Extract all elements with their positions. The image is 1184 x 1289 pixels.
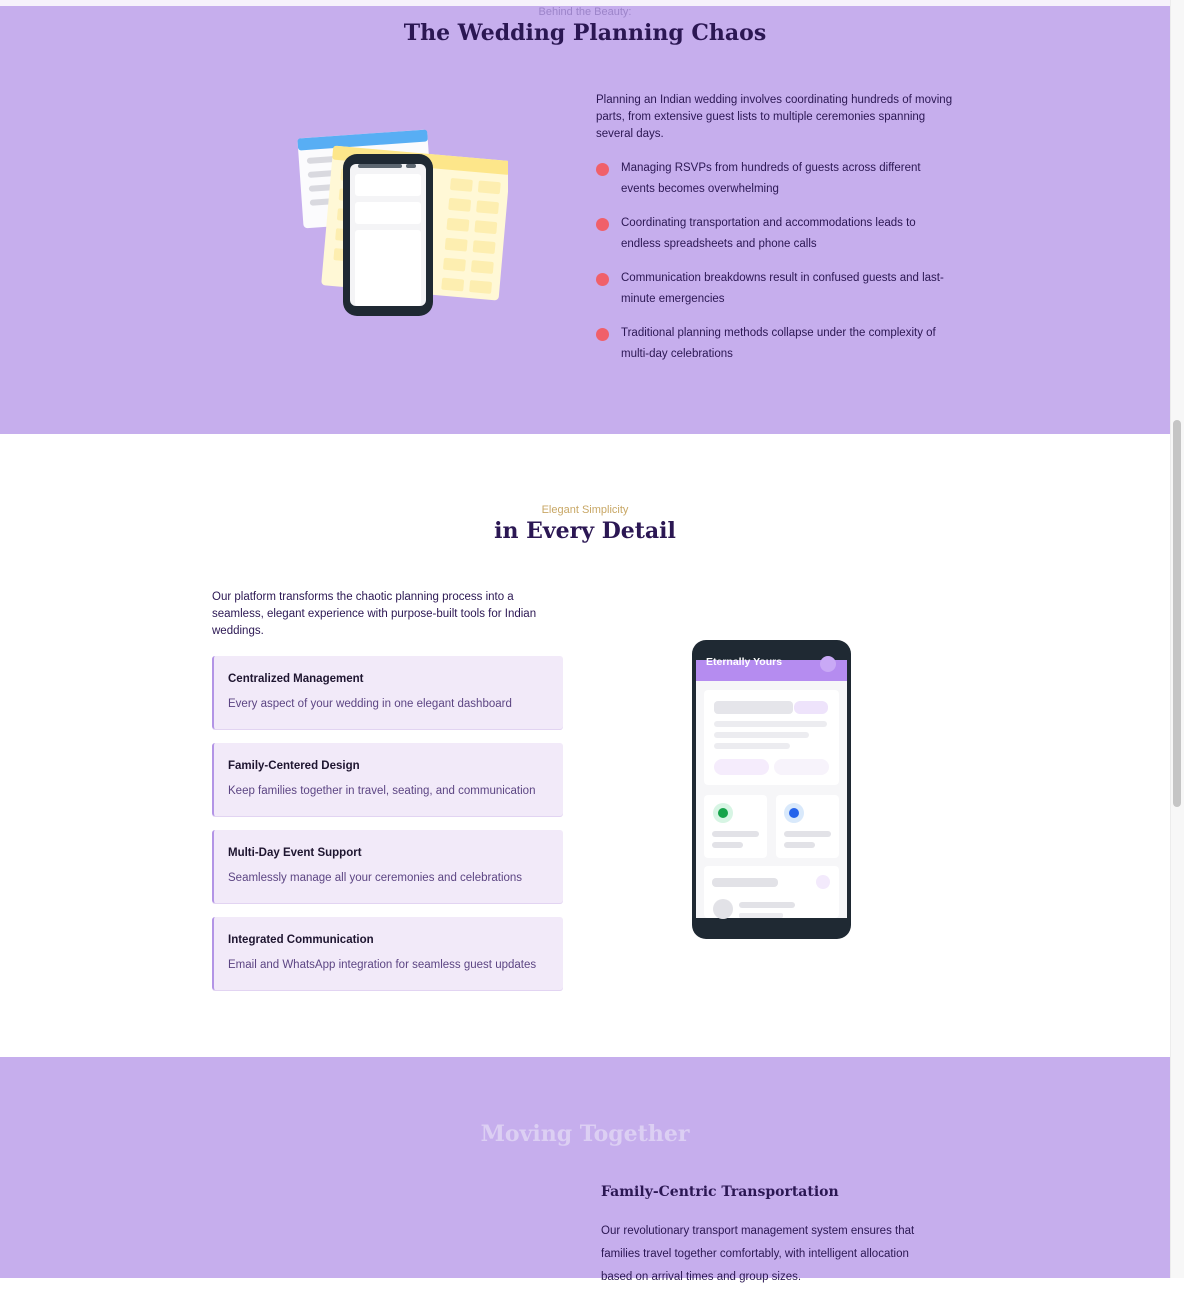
feature-description: Keep families together in travel, seatin… <box>228 785 536 797</box>
phone-icon <box>343 154 433 316</box>
chaos-bullet: Coordinating transportation and accommod… <box>596 213 956 255</box>
chaos-eyebrow: Behind the Beauty: <box>538 6 632 18</box>
scrollbar-thumb[interactable] <box>1173 420 1181 807</box>
chaos-section: Behind the Beauty: The Wedding Planning … <box>0 6 1170 434</box>
bullet-dot-icon <box>596 218 609 231</box>
phone-frame-icon <box>692 640 851 939</box>
phone-brand-label: Eternally Yours <box>706 656 783 668</box>
feature-title: Integrated Communication <box>228 934 374 946</box>
chaos-bullet: Communication breakdowns result in confu… <box>596 268 956 310</box>
chaos-text-block: Planning an Indian wedding involves coor… <box>596 92 956 378</box>
detail-title: in Every Detail <box>494 518 676 544</box>
feature-card-family: Family-Centered Design Keep families tog… <box>212 743 563 816</box>
chaos-bullet-text: Traditional planning methods collapse un… <box>621 327 936 360</box>
planning-chaos-illustration <box>297 129 508 316</box>
detail-eyebrow: Elegant Simplicity <box>541 504 629 516</box>
transport-title: Family-Centric Transportation <box>601 1184 839 1200</box>
feature-card-centralized: Centralized Management Every aspect of y… <box>212 656 563 729</box>
feature-description: Seamlessly manage all your ceremonies an… <box>228 872 523 884</box>
feature-card-multi-day: Multi-Day Event Support Seamlessly manag… <box>212 830 563 903</box>
moving-section: Moving Together Family-Centric Transport… <box>0 1057 1170 1283</box>
feature-title: Family-Centered Design <box>228 760 360 772</box>
chaos-bullet-text: Communication breakdowns result in confu… <box>621 272 944 305</box>
detail-intro: Our platform transforms the chaotic plan… <box>212 591 537 637</box>
feature-description: Every aspect of your wedding in one eleg… <box>228 698 512 710</box>
chaos-title: The Wedding Planning Chaos <box>403 20 767 46</box>
chaos-bullet: Traditional planning methods collapse un… <box>596 323 956 365</box>
chaos-bullet: Managing RSVPs from hundreds of guests a… <box>596 158 956 200</box>
bullet-dot-icon <box>596 273 609 286</box>
chaos-bullet-text: Coordinating transportation and accommod… <box>621 217 916 250</box>
detail-section: Elegant Simplicity in Every Detail Our p… <box>0 434 1170 1057</box>
chaos-bullet-text: Managing RSVPs from hundreds of guests a… <box>621 162 921 195</box>
feature-description: Email and WhatsApp integration for seaml… <box>228 959 537 971</box>
bullet-dot-icon <box>596 163 609 176</box>
chaos-intro: Planning an Indian wedding involves coor… <box>596 94 953 140</box>
feature-card-communication: Integrated Communication Email and Whats… <box>212 917 563 990</box>
moving-title: Moving Together <box>480 1121 690 1147</box>
transport-description: Our revolutionary transport management s… <box>601 1225 915 1283</box>
bullet-dot-icon <box>596 328 609 341</box>
feature-title: Multi-Day Event Support <box>228 847 362 859</box>
app-phone-mockup: Eternally Yours <box>692 640 851 939</box>
feature-title: Centralized Management <box>228 673 364 685</box>
